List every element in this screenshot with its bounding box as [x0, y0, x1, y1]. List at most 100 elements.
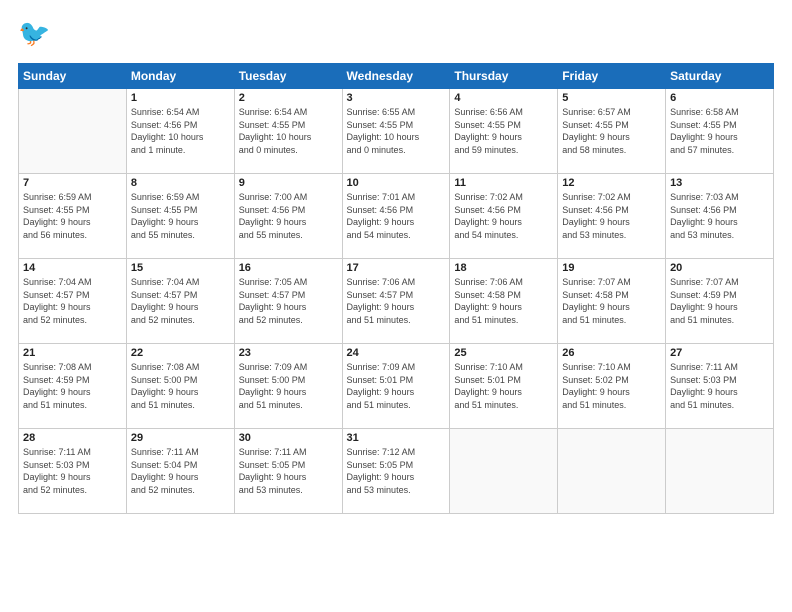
day-cell: 5 Sunrise: 6:57 AM Sunset: 4:55 PM Daylig… [558, 89, 666, 174]
day-cell: 7 Sunrise: 6:59 AM Sunset: 4:55 PM Daylig… [19, 174, 127, 259]
week-row-3: 21Sunrise: 7:08 AM Sunset: 4:59 PM Dayli… [19, 344, 774, 429]
day-cell [558, 429, 666, 514]
day-cell: 20 Sunrise: 7:07 AM Sunset: 4:59 PM Dayli… [666, 259, 774, 344]
day-info: Sunrise: 7:00 AM Sunset: 4:56 PM Dayligh… [239, 191, 338, 241]
day-info: Sunrise: 7:08 AM Sunset: 5:00 PM Dayligh… [131, 361, 230, 411]
day-info: Sunrise: 7:11 AM Sunset: 5:03 PM Dayligh… [23, 446, 122, 496]
day-number: 11 [454, 177, 553, 189]
weekday-header-monday: Monday [126, 64, 234, 89]
day-cell [19, 89, 127, 174]
day-number: 8 [131, 177, 230, 189]
day-number: 29 [131, 432, 230, 444]
day-cell: 4 Sunrise: 6:56 AM Sunset: 4:55 PM Daylig… [450, 89, 558, 174]
day-info: Sunrise: 7:06 AM Sunset: 4:57 PM Dayligh… [347, 276, 446, 326]
day-number: 5 [562, 92, 661, 104]
day-cell: 26 Sunrise: 7:10 AM Sunset: 5:02 PM Dayli… [558, 344, 666, 429]
day-cell: 6 Sunrise: 6:58 AM Sunset: 4:55 PM Daylig… [666, 89, 774, 174]
day-info: Sunrise: 7:02 AM Sunset: 4:56 PM Dayligh… [562, 191, 661, 241]
day-number: 25 [454, 347, 553, 359]
day-info: Sunrise: 7:09 AM Sunset: 5:01 PM Dayligh… [347, 361, 446, 411]
day-number: 14 [23, 262, 122, 274]
day-number: 18 [454, 262, 553, 274]
day-cell: 23 Sunrise: 7:09 AM Sunset: 5:00 PM Dayli… [234, 344, 342, 429]
day-number: 13 [670, 177, 769, 189]
week-row-1: 7 Sunrise: 6:59 AM Sunset: 4:55 PM Daylig… [19, 174, 774, 259]
day-cell: 31 Sunrise: 7:12 AM Sunset: 5:05 PM Dayli… [342, 429, 450, 514]
day-cell: 17Sunrise: 7:06 AM Sunset: 4:57 PM Dayli… [342, 259, 450, 344]
day-info: Sunrise: 7:06 AM Sunset: 4:58 PM Dayligh… [454, 276, 553, 326]
day-info: Sunrise: 7:10 AM Sunset: 5:01 PM Dayligh… [454, 361, 553, 411]
day-number: 3 [347, 92, 446, 104]
day-number: 19 [562, 262, 661, 274]
logo: 🐦 [18, 18, 55, 55]
day-cell: 11Sunrise: 7:02 AM Sunset: 4:56 PM Dayli… [450, 174, 558, 259]
header: 🐦 [18, 18, 774, 55]
day-number: 20 [670, 262, 769, 274]
day-info: Sunrise: 7:11 AM Sunset: 5:03 PM Dayligh… [670, 361, 769, 411]
day-number: 6 [670, 92, 769, 104]
day-number: 26 [562, 347, 661, 359]
day-cell: 10 Sunrise: 7:01 AM Sunset: 4:56 PM Dayli… [342, 174, 450, 259]
week-row-0: 1 Sunrise: 6:54 AM Sunset: 4:56 PM Daylig… [19, 89, 774, 174]
day-info: Sunrise: 7:11 AM Sunset: 5:05 PM Dayligh… [239, 446, 338, 496]
day-cell: 25 Sunrise: 7:10 AM Sunset: 5:01 PM Dayli… [450, 344, 558, 429]
day-cell: 2 Sunrise: 6:54 AM Sunset: 4:55 PM Daylig… [234, 89, 342, 174]
day-number: 24 [347, 347, 446, 359]
weekday-header-saturday: Saturday [666, 64, 774, 89]
weekday-header-thursday: Thursday [450, 64, 558, 89]
day-number: 15 [131, 262, 230, 274]
day-info: Sunrise: 6:59 AM Sunset: 4:55 PM Dayligh… [23, 191, 122, 241]
day-cell: 1 Sunrise: 6:54 AM Sunset: 4:56 PM Daylig… [126, 89, 234, 174]
day-number: 27 [670, 347, 769, 359]
day-info: Sunrise: 7:07 AM Sunset: 4:58 PM Dayligh… [562, 276, 661, 326]
day-info: Sunrise: 6:59 AM Sunset: 4:55 PM Dayligh… [131, 191, 230, 241]
day-cell: 9 Sunrise: 7:00 AM Sunset: 4:56 PM Daylig… [234, 174, 342, 259]
day-number: 4 [454, 92, 553, 104]
weekday-header-wednesday: Wednesday [342, 64, 450, 89]
day-info: Sunrise: 6:57 AM Sunset: 4:55 PM Dayligh… [562, 106, 661, 156]
page: 🐦 SundayMondayTuesdayWednesdayThursdayFr… [0, 0, 792, 612]
day-cell: 3 Sunrise: 6:55 AM Sunset: 4:55 PM Daylig… [342, 89, 450, 174]
day-info: Sunrise: 7:08 AM Sunset: 4:59 PM Dayligh… [23, 361, 122, 411]
day-number: 23 [239, 347, 338, 359]
day-number: 10 [347, 177, 446, 189]
day-number: 12 [562, 177, 661, 189]
logo-icon: 🐦 [18, 18, 50, 55]
weekday-header-sunday: Sunday [19, 64, 127, 89]
day-cell: 15 Sunrise: 7:04 AM Sunset: 4:57 PM Dayli… [126, 259, 234, 344]
day-number: 9 [239, 177, 338, 189]
day-cell [666, 429, 774, 514]
day-number: 31 [347, 432, 446, 444]
day-cell: 22Sunrise: 7:08 AM Sunset: 5:00 PM Dayli… [126, 344, 234, 429]
day-info: Sunrise: 7:04 AM Sunset: 4:57 PM Dayligh… [23, 276, 122, 326]
day-info: Sunrise: 7:01 AM Sunset: 4:56 PM Dayligh… [347, 191, 446, 241]
day-info: Sunrise: 6:56 AM Sunset: 4:55 PM Dayligh… [454, 106, 553, 156]
day-number: 30 [239, 432, 338, 444]
day-info: Sunrise: 7:11 AM Sunset: 5:04 PM Dayligh… [131, 446, 230, 496]
day-info: Sunrise: 6:55 AM Sunset: 4:55 PM Dayligh… [347, 106, 446, 156]
day-info: Sunrise: 7:10 AM Sunset: 5:02 PM Dayligh… [562, 361, 661, 411]
day-info: Sunrise: 6:58 AM Sunset: 4:55 PM Dayligh… [670, 106, 769, 156]
day-cell: 12 Sunrise: 7:02 AM Sunset: 4:56 PM Dayli… [558, 174, 666, 259]
day-info: Sunrise: 7:05 AM Sunset: 4:57 PM Dayligh… [239, 276, 338, 326]
day-info: Sunrise: 6:54 AM Sunset: 4:55 PM Dayligh… [239, 106, 338, 156]
day-number: 7 [23, 177, 122, 189]
svg-text:🐦: 🐦 [18, 18, 50, 48]
weekday-header-friday: Friday [558, 64, 666, 89]
day-info: Sunrise: 7:09 AM Sunset: 5:00 PM Dayligh… [239, 361, 338, 411]
day-cell [450, 429, 558, 514]
day-cell: 8 Sunrise: 6:59 AM Sunset: 4:55 PM Daylig… [126, 174, 234, 259]
week-row-4: 28 Sunrise: 7:11 AM Sunset: 5:03 PM Dayli… [19, 429, 774, 514]
day-info: Sunrise: 7:07 AM Sunset: 4:59 PM Dayligh… [670, 276, 769, 326]
day-cell: 27 Sunrise: 7:11 AM Sunset: 5:03 PM Dayli… [666, 344, 774, 429]
day-number: 1 [131, 92, 230, 104]
day-info: Sunrise: 7:12 AM Sunset: 5:05 PM Dayligh… [347, 446, 446, 496]
day-info: Sunrise: 7:04 AM Sunset: 4:57 PM Dayligh… [131, 276, 230, 326]
calendar: SundayMondayTuesdayWednesdayThursdayFrid… [18, 63, 774, 514]
day-number: 28 [23, 432, 122, 444]
day-info: Sunrise: 6:54 AM Sunset: 4:56 PM Dayligh… [131, 106, 230, 156]
day-info: Sunrise: 7:03 AM Sunset: 4:56 PM Dayligh… [670, 191, 769, 241]
day-number: 2 [239, 92, 338, 104]
day-cell: 16Sunrise: 7:05 AM Sunset: 4:57 PM Dayli… [234, 259, 342, 344]
day-cell: 13 Sunrise: 7:03 AM Sunset: 4:56 PM Dayli… [666, 174, 774, 259]
